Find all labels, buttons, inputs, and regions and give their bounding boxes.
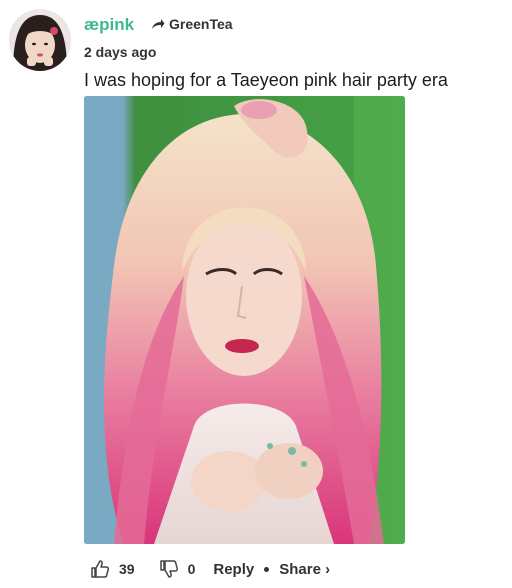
timestamp[interactable]: 2 days ago: [84, 44, 156, 60]
username[interactable]: æpink: [84, 15, 134, 35]
comment-actions: 39 0 Reply Share ›: [90, 558, 330, 580]
comment-image[interactable]: [84, 96, 405, 544]
photo-illustration: [84, 96, 405, 544]
comment-text: I was hoping for a Taeyeon pink hair par…: [84, 70, 448, 90]
arrow-right-icon: [151, 18, 165, 30]
upvote-count: 39: [119, 561, 135, 577]
downvote-count: 0: [187, 561, 196, 577]
reply-to-username: GreenTea: [169, 16, 233, 32]
upvote-button[interactable]: 39: [90, 559, 135, 579]
thumbs-down-icon: [159, 559, 179, 579]
downvote-button[interactable]: 0: [159, 559, 196, 579]
share-button[interactable]: Share ›: [279, 561, 330, 578]
avatar[interactable]: [9, 9, 71, 71]
thumbs-up-icon: [90, 559, 110, 579]
separator-dot: [264, 566, 270, 572]
reply-to-user[interactable]: GreenTea: [151, 16, 233, 32]
reply-button[interactable]: Reply: [213, 561, 254, 578]
avatar-image: [9, 9, 71, 71]
